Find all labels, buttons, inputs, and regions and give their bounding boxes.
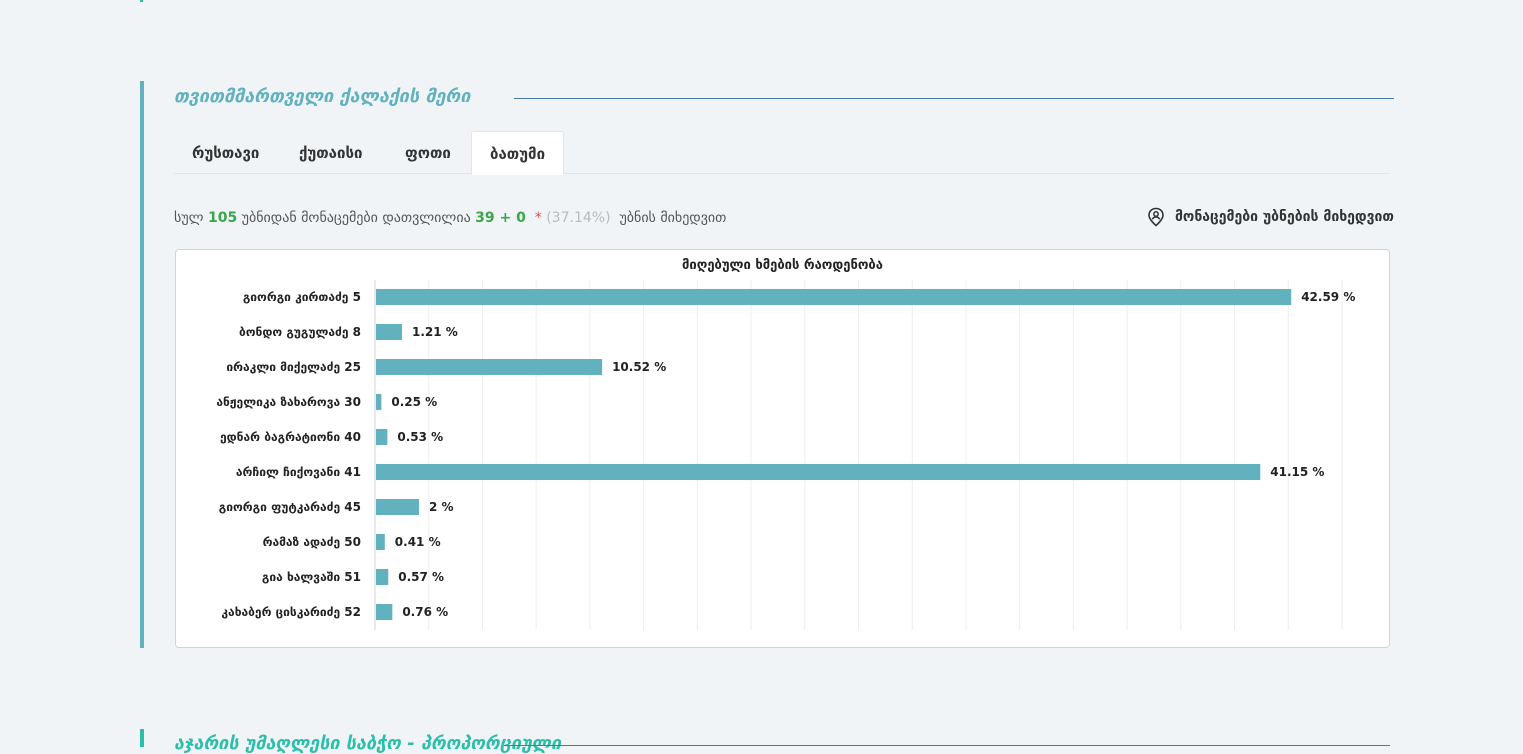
category-label: გიორგი კირთაძე 5 (243, 290, 361, 304)
category-label: რამაზ ადაძე 50 (263, 535, 361, 549)
summary-middle: უბნიდან მონაცემები დათვლილია (241, 210, 471, 226)
bar[interactable] (376, 429, 388, 445)
tab-poti[interactable]: ფოთი (387, 131, 469, 173)
summary-percent: (37.14%) (546, 210, 611, 226)
tab-batumi[interactable]: ბათუმი (471, 131, 565, 175)
bar[interactable] (376, 359, 603, 375)
value-label: 1.21 % (412, 325, 458, 339)
category-label: არჩილ ჩიქოვანი 41 (236, 465, 361, 479)
chart-canvas: გიორგი კირთაძე 5 42.59 % ბონდო გუგულაძე 8 1… (216, 280, 1355, 630)
city-tabs: რუსთავი ქუთაისი ფოთი ბათუმი (174, 131, 1390, 175)
category-label: ბონდო გუგულაძე 8 (239, 325, 361, 339)
tab-rustavi[interactable]: რუსთავი (174, 131, 277, 173)
value-label: 2 % (429, 500, 454, 514)
by-precinct-link[interactable]: მონაცემები უბნების მიხედვით (1147, 207, 1394, 227)
category-label: ირაკლი მიქელაძე 25 (226, 360, 361, 374)
counting-summary: სულ 105 უბნიდან მონაცემები დათვლილია 39 … (174, 210, 726, 226)
bar[interactable] (376, 394, 382, 410)
tab-kutaisi[interactable]: ქუთაისი (281, 131, 380, 173)
section-header: თვითმმართველი ქალაქის მერი (174, 85, 1394, 111)
next-section-title: აჯარის უმაღლესი საბჭო - პროპორციული (174, 733, 562, 754)
bar[interactable] (376, 534, 385, 550)
value-label: 0.57 % (398, 570, 444, 584)
bar[interactable] (376, 604, 393, 620)
value-label: 0.53 % (397, 430, 443, 444)
category-label: ანჟელიკა ზახაროვა 30 (216, 395, 361, 409)
value-label: 0.41 % (395, 535, 441, 549)
category-label: გია ხალვაში 51 (262, 570, 361, 584)
value-label: 42.59 % (1301, 290, 1355, 304)
bar[interactable] (376, 569, 389, 585)
summary-prefix: სულ (174, 210, 204, 226)
value-label: 41.15 % (1270, 465, 1324, 479)
summary-suffix: უბნის მიხედვით (619, 210, 727, 226)
bar[interactable] (376, 289, 1292, 305)
next-section-rule (504, 745, 1390, 746)
bar[interactable] (376, 324, 403, 340)
summary-total: 105 (207, 210, 238, 226)
section-title-rule (514, 98, 1394, 99)
value-label: 0.76 % (402, 605, 448, 619)
category-label: ედნარ ბაგრატიონი 40 (220, 430, 361, 444)
mayor-results-section: თვითმმართველი ქალაქის მერი რუსთავი ქუთაი… (140, 81, 1394, 648)
value-label: 0.25 % (391, 395, 437, 409)
section-title: თვითმმართველი ქალაქის მერი (174, 86, 471, 107)
bar[interactable] (376, 499, 419, 515)
top-accent-mark (140, 0, 143, 2)
votes-chart: მიღებული ხმების რაოდენობა გიორგი კირთაძე… (175, 249, 1390, 648)
category-label: გიორგი ფუტკარაძე 45 (219, 500, 361, 514)
category-label: კახაბერ ცისკარიძე 52 (221, 605, 361, 619)
next-section-accent (140, 729, 144, 747)
bar[interactable] (376, 464, 1261, 480)
value-label: 10.52 % (612, 360, 666, 374)
by-precinct-label: მონაცემები უბნების მიხედვით (1174, 209, 1394, 225)
location-user-icon (1148, 207, 1164, 227)
summary-star: * (534, 210, 542, 226)
summary-counted: 39 + 0 (475, 210, 526, 226)
